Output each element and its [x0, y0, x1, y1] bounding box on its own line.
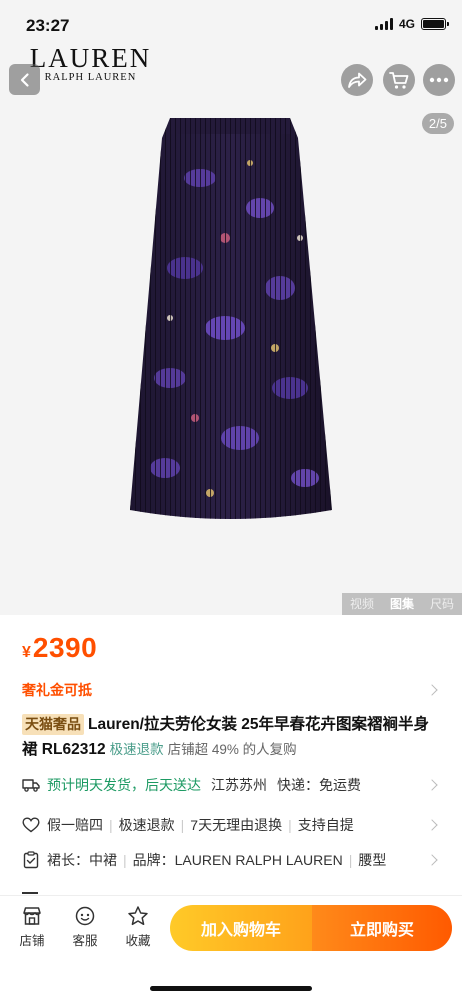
back-button[interactable] — [9, 64, 40, 95]
chevron-right-icon — [426, 819, 438, 831]
store-label: 店铺 — [19, 934, 45, 948]
add-to-cart-button[interactable]: 加入购物车 — [170, 905, 312, 951]
battery-icon — [421, 18, 449, 30]
spec-waist: 腰型 — [358, 852, 387, 868]
cart-button[interactable] — [383, 64, 415, 96]
chat-face-icon — [75, 906, 95, 926]
guarantee-row[interactable]: 假一赔四 | 极速退款 | 7天无理由退换 | 支持自提 — [0, 814, 462, 836]
star-icon — [128, 906, 148, 926]
truck-icon — [22, 776, 40, 794]
delivery-eta: 预计明天发货，后天送达 — [47, 777, 201, 793]
chevron-left-icon — [20, 72, 29, 87]
tab-gallery[interactable]: 图集 — [382, 593, 422, 615]
guarantee-pickup: 支持自提 — [297, 817, 354, 833]
chevron-right-icon — [426, 684, 438, 696]
gift-row[interactable]: 奢礼金可抵 — [0, 680, 462, 700]
shipping-fee: 快递：免运费 — [277, 777, 361, 793]
brand-name: LAUREN — [29, 43, 152, 73]
shipping-row[interactable]: 预计明天发货，后天送达 江苏苏州 快递：免运费 — [0, 774, 462, 796]
media-tabs: 视频 图集 尺码 — [341, 593, 462, 615]
share-button[interactable] — [341, 64, 373, 96]
share-icon — [348, 72, 367, 88]
brand-subname: RALPH LAUREN — [44, 72, 137, 83]
tab-size[interactable]: 尺码 — [422, 593, 462, 615]
luxury-tag: 天猫奢品 — [22, 714, 84, 735]
home-indicator — [150, 986, 312, 991]
spec-length: 裙长：中裙 — [47, 852, 117, 868]
ship-from: 江苏苏州 — [211, 777, 267, 793]
store-icon — [23, 907, 41, 925]
price-symbol: ¥ — [22, 644, 31, 661]
price: ¥ 2390 — [22, 632, 97, 664]
guarantee-fake: 假一赔四 — [47, 817, 103, 833]
clipboard-icon — [22, 851, 40, 869]
status-indicators: 4G — [374, 17, 449, 31]
favorite-label: 收藏 — [125, 934, 151, 948]
spec-brand: 品牌：LAUREN RALPH LAUREN — [132, 852, 343, 868]
price-value: 2390 — [32, 632, 98, 663]
status-bar: 23:27 4G — [0, 0, 462, 44]
signal-icon — [374, 18, 393, 30]
customer-service-button[interactable]: 客服 — [65, 905, 105, 949]
brand-logo: LAUREN RALPH LAUREN — [28, 44, 153, 84]
service-label: 客服 — [72, 934, 98, 948]
buy-now-button[interactable]: 立即购买 — [312, 905, 452, 951]
favorite-button[interactable]: 收藏 — [118, 905, 158, 949]
chevron-right-icon — [426, 854, 438, 866]
refund-tag: 极速退款 — [109, 742, 164, 757]
pleated-skirt-image — [130, 118, 332, 519]
status-time: 23:27 — [26, 16, 70, 35]
more-dots-icon — [429, 77, 449, 83]
guarantee-refund: 极速退款 — [118, 817, 175, 833]
more-button[interactable] — [423, 64, 455, 96]
repurchase-rate: 店铺超 49% 的人复购 — [167, 742, 297, 757]
product-title: 天猫奢品 Lauren/拉夫劳伦女装 25年早春花卉图案褶裥半身裙 RL62312… — [22, 712, 442, 762]
heart-icon — [22, 816, 40, 834]
product-gallery[interactable]: 23:27 4G LAUREN RALPH LAUREN 2/5 视频 图集 尺… — [0, 0, 462, 615]
guarantee-return: 7天无理由退换 — [190, 817, 283, 833]
chevron-right-icon — [426, 779, 438, 791]
network-type: 4G — [398, 17, 415, 31]
tab-video[interactable]: 视频 — [342, 593, 382, 615]
gift-credit-text: 奢礼金可抵 — [22, 682, 92, 698]
store-button[interactable]: 店铺 — [12, 905, 52, 949]
specs-row[interactable]: 裙长：中裙 | 品牌：LAUREN RALPH LAUREN | 腰型 — [0, 849, 462, 871]
cart-icon — [389, 71, 409, 89]
image-counter: 2/5 — [421, 113, 454, 134]
